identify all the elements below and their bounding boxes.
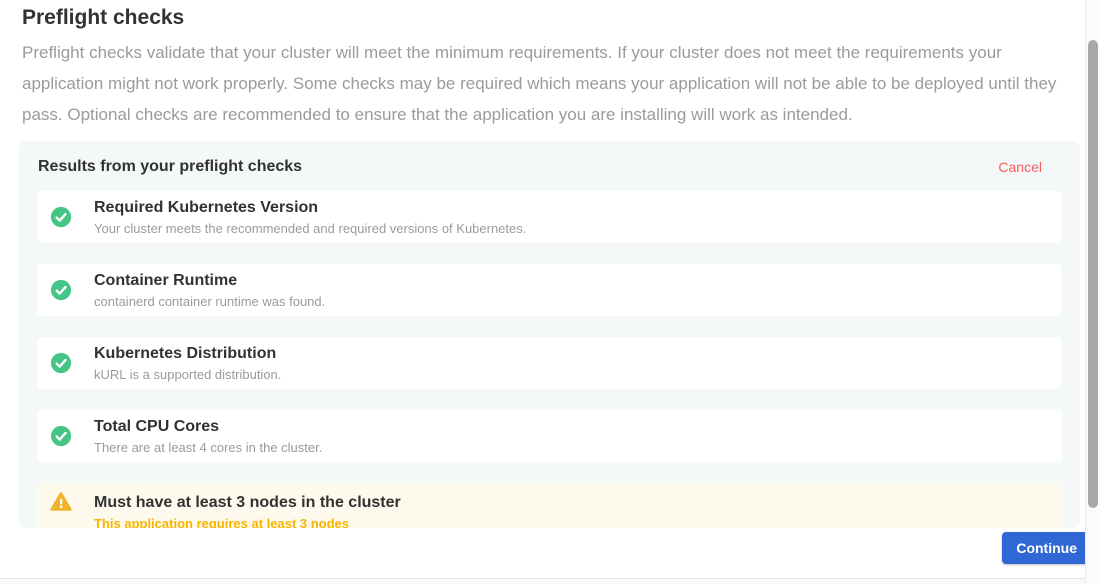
check-row-container-runtime: Container Runtime containerd container r…: [37, 264, 1062, 316]
panel-header: Results from your preflight checks Cance…: [19, 141, 1080, 190]
scrollbar-thumb[interactable]: [1088, 40, 1098, 508]
check-message: containerd container runtime was found.: [94, 294, 1052, 310]
preflight-results-panel: Results from your preflight checks Cance…: [19, 141, 1080, 528]
results-title: Results from your preflight checks: [38, 158, 302, 176]
warning-triangle-icon: [50, 491, 72, 513]
check-circle-icon: [50, 279, 72, 301]
vertical-scrollbar[interactable]: [1085, 0, 1100, 584]
check-row-minimum-nodes: Must have at least 3 nodes in the cluste…: [37, 483, 1062, 528]
check-circle-icon: [50, 352, 72, 374]
page-title: Preflight checks: [22, 6, 184, 30]
check-title: Required Kubernetes Version: [94, 198, 1052, 217]
check-title: Total CPU Cores: [94, 417, 1052, 436]
check-title: Must have at least 3 nodes in the cluste…: [94, 493, 1052, 512]
check-row-total-cpu-cores: Total CPU Cores There are at least 4 cor…: [37, 410, 1062, 462]
check-message: There are at least 4 cores in the cluste…: [94, 440, 1052, 456]
check-message: kURL is a supported distribution.: [94, 367, 1052, 383]
check-row-kubernetes-distribution: Kubernetes Distribution kURL is a suppor…: [37, 337, 1062, 389]
check-row-required-kubernetes-version: Required Kubernetes Version Your cluster…: [37, 191, 1062, 243]
check-title: Container Runtime: [94, 271, 1052, 290]
check-list: Required Kubernetes Version Your cluster…: [19, 190, 1080, 528]
check-message: This application requires at least 3 nod…: [94, 516, 1052, 529]
check-circle-icon: [50, 425, 72, 447]
check-title: Kubernetes Distribution: [94, 344, 1052, 363]
continue-button[interactable]: Continue: [1002, 532, 1091, 564]
page-description: Preflight checks validate that your clus…: [22, 37, 1068, 130]
cancel-button[interactable]: Cancel: [998, 159, 1042, 175]
check-circle-icon: [50, 206, 72, 228]
footer-divider: [0, 578, 1085, 584]
check-message: Your cluster meets the recommended and r…: [94, 221, 1052, 237]
